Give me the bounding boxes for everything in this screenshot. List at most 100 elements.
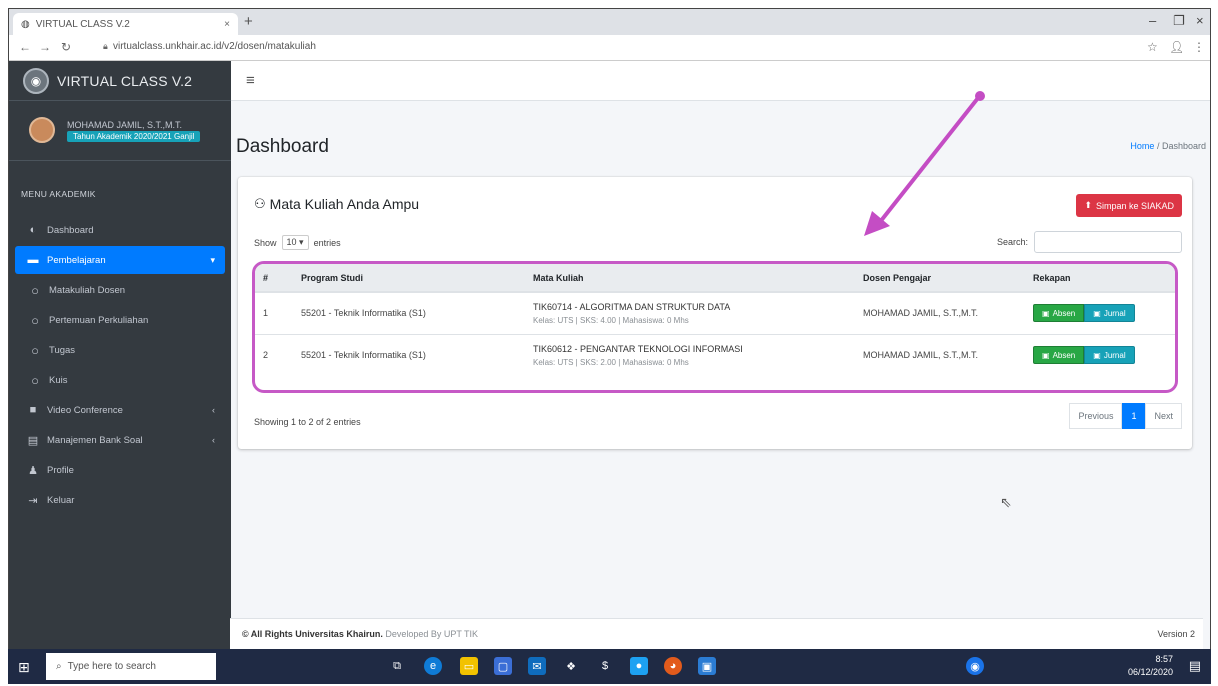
jurnal-button[interactable]: ▣ Jurnal bbox=[1084, 346, 1135, 365]
footer-version: Version 2 bbox=[1157, 629, 1195, 639]
breadcrumb-separator: / bbox=[1156, 141, 1160, 151]
column-header[interactable]: Mata Kuliah bbox=[525, 264, 855, 293]
sidebar-item-pembelajaran[interactable]: ▬ Pembelajaran ▾ bbox=[15, 246, 225, 274]
tab-close-icon[interactable]: × bbox=[224, 19, 230, 30]
file-explorer-icon[interactable]: ▭ bbox=[460, 657, 478, 675]
sidebar-item-pertemuan[interactable]: ○ Pertemuan Perkuliahan bbox=[15, 306, 225, 334]
new-tab-button[interactable]: + bbox=[244, 13, 253, 30]
sidebar-item-label: Keluar bbox=[47, 494, 75, 506]
row-matkul: TIK60714 - ALGORITMA DAN STRUKTUR DATA K… bbox=[525, 291, 855, 334]
sidebar-item-label: Tugas bbox=[49, 344, 76, 356]
pagination-page[interactable]: 1 bbox=[1122, 403, 1146, 429]
courses-card: ⚇ Mata Kuliah Anda Ampu ⬆ Simpan ke SIAK… bbox=[238, 177, 1192, 449]
column-header[interactable]: Program Studi bbox=[293, 264, 525, 293]
minimize-button[interactable]: – bbox=[1149, 13, 1156, 28]
sidebar-item-matakuliah-dosen[interactable]: ○ Matakuliah Dosen bbox=[15, 276, 225, 304]
table-search: Search: bbox=[997, 231, 1182, 253]
taskbar-search-box[interactable]: ⌕ Type here to search bbox=[46, 653, 216, 680]
export-label: Simpan ke SIAKAD bbox=[1095, 200, 1174, 211]
breadcrumb-home-link[interactable]: Home bbox=[1130, 141, 1154, 151]
row-actions: ▣ Absen ▣ Jurnal bbox=[1025, 333, 1175, 376]
chrome-icon[interactable]: ◉ bbox=[966, 657, 984, 675]
sidebar-item-label: Kuis bbox=[49, 374, 68, 386]
url-field[interactable]: virtualclass.unkhair.ac.id/v2/dosen/mata… bbox=[113, 41, 316, 52]
row-actions: ▣ Absen ▣ Jurnal bbox=[1025, 291, 1175, 334]
sidebar-item-profile[interactable]: ♟ Profile bbox=[15, 456, 225, 484]
taskbar-search-placeholder: Type here to search bbox=[67, 661, 156, 672]
profile-icon[interactable]: 👤︎ bbox=[1169, 40, 1184, 54]
absen-button[interactable]: ▣ Absen bbox=[1033, 346, 1085, 365]
jurnal-button[interactable]: ▣ Jurnal bbox=[1084, 304, 1135, 323]
column-header[interactable]: # bbox=[255, 264, 293, 293]
search-input[interactable] bbox=[1034, 231, 1182, 253]
search-icon: ⌕ bbox=[56, 661, 62, 672]
course-name: TIK60612 - PENGANTAR TEKNOLOGI INFORMASI bbox=[533, 343, 743, 354]
sidebar-item-bank-soal[interactable]: ▤ Manajemen Bank Soal ‹ bbox=[15, 426, 225, 454]
sidebar-item-dashboard[interactable]: ◐ Dashboard bbox=[15, 216, 225, 244]
page-title: Dashboard bbox=[236, 136, 329, 157]
app-icon[interactable]: ● bbox=[630, 657, 648, 675]
user-name[interactable]: MOHAMAD JAMIL, S.T.,M.T. bbox=[67, 120, 182, 130]
task-view-icon[interactable]: ⧉ bbox=[388, 657, 406, 675]
windows-start-icon[interactable]: ⊞ bbox=[18, 659, 30, 676]
column-header[interactable]: Rekapan bbox=[1025, 264, 1175, 293]
card-title-text: Mata Kuliah Anda Ampu bbox=[269, 196, 420, 212]
sidebar-item-label: Pertemuan Perkuliahan bbox=[49, 314, 149, 326]
pagination-previous[interactable]: Previous bbox=[1069, 403, 1123, 429]
hamburger-icon[interactable]: ≡ bbox=[246, 72, 255, 89]
mail-icon[interactable]: ✉ bbox=[528, 657, 546, 675]
sidebar-item-video-conference[interactable]: ■ Video Conference ‹ bbox=[15, 396, 225, 424]
file-icon: ▣ bbox=[1042, 350, 1050, 360]
row-dosen: MOHAMAD JAMIL, S.T.,M.T. bbox=[855, 291, 1025, 334]
user-panel: MOHAMAD JAMIL, S.T.,M.T. Tahun Akademik … bbox=[9, 101, 231, 161]
firefox-icon[interactable]: ◕ bbox=[664, 657, 682, 675]
windows-taskbar: ⊞ ⌕ Type here to search ⧉ e ▭ ▢ ✉ ❖ $ ● … bbox=[8, 649, 1211, 684]
row-number: 2 bbox=[255, 333, 293, 376]
pagination-next[interactable]: Next bbox=[1145, 403, 1182, 429]
app-icon[interactable]: ▣ bbox=[698, 657, 716, 675]
row-matkul: TIK60612 - PENGANTAR TEKNOLOGI INFORMASI… bbox=[525, 333, 855, 376]
browser-tab[interactable]: ◍ VIRTUAL CLASS V.2 × bbox=[13, 13, 238, 35]
file-icon: ▣ bbox=[1093, 308, 1101, 318]
notification-icon[interactable]: ▤ bbox=[1189, 658, 1201, 674]
reload-icon[interactable]: ↻ bbox=[61, 40, 71, 54]
sidebar-item-kuis[interactable]: ○ Kuis bbox=[15, 366, 225, 394]
sidebar-item-keluar[interactable]: ⇥ Keluar bbox=[15, 486, 225, 514]
course-name: TIK60714 - ALGORITMA DAN STRUKTUR DATA bbox=[533, 301, 731, 312]
entries-select[interactable]: 10 ▾ bbox=[281, 235, 309, 250]
back-icon[interactable]: ← bbox=[19, 40, 31, 54]
brand-link[interactable]: ◉ VIRTUAL CLASS V.2 bbox=[9, 61, 231, 101]
avatar bbox=[29, 117, 55, 143]
star-icon[interactable]: ☆ bbox=[1147, 40, 1158, 54]
app-icon[interactable]: $ bbox=[596, 657, 614, 675]
column-header[interactable]: Dosen Pengajar bbox=[855, 264, 1025, 293]
dropbox-icon[interactable]: ❖ bbox=[562, 657, 580, 675]
sidebar-item-label: Matakuliah Dosen bbox=[49, 284, 126, 296]
show-entries: Show 10 ▾ entries bbox=[254, 235, 341, 250]
menu-header: MENU AKADEMIK bbox=[21, 189, 96, 199]
forward-icon[interactable]: → bbox=[39, 40, 51, 54]
sidebar-item-label: Pembelajaran bbox=[47, 254, 106, 266]
window-close-button[interactable]: × bbox=[1196, 13, 1204, 28]
circle-icon: ○ bbox=[31, 312, 39, 328]
sidebar-item-tugas[interactable]: ○ Tugas bbox=[15, 336, 225, 364]
table-info: Showing 1 to 2 of 2 entries bbox=[254, 417, 361, 427]
edge-icon[interactable]: e bbox=[424, 657, 442, 675]
list-icon: ▤ bbox=[27, 434, 39, 447]
system-clock[interactable]: 8:57 06/12/2020 bbox=[1128, 653, 1173, 679]
footer: © All Rights Universitas Khairun. Develo… bbox=[230, 618, 1203, 649]
store-icon[interactable]: ▢ bbox=[494, 657, 512, 675]
absen-button[interactable]: ▣ Absen bbox=[1033, 304, 1085, 323]
file-icon: ▣ bbox=[1042, 308, 1050, 318]
dashboard-icon: ◐ bbox=[29, 224, 37, 236]
top-navbar: ≡ bbox=[231, 61, 1210, 101]
logout-icon: ⇥ bbox=[28, 494, 38, 507]
row-prodi: 55201 - Teknik Informatika (S1) bbox=[293, 333, 525, 376]
entries-label: entries bbox=[313, 237, 341, 248]
browser-menu-icon[interactable]: ⋮ bbox=[1193, 40, 1205, 54]
restore-button[interactable]: ❐ bbox=[1173, 13, 1185, 29]
brand-name: VIRTUAL CLASS V.2 bbox=[57, 72, 193, 89]
row-number: 1 bbox=[255, 291, 293, 334]
export-siakad-button[interactable]: ⬆ Simpan ke SIAKAD bbox=[1076, 194, 1182, 217]
footer-rights: © All Rights Universitas Khairun. bbox=[242, 629, 383, 639]
